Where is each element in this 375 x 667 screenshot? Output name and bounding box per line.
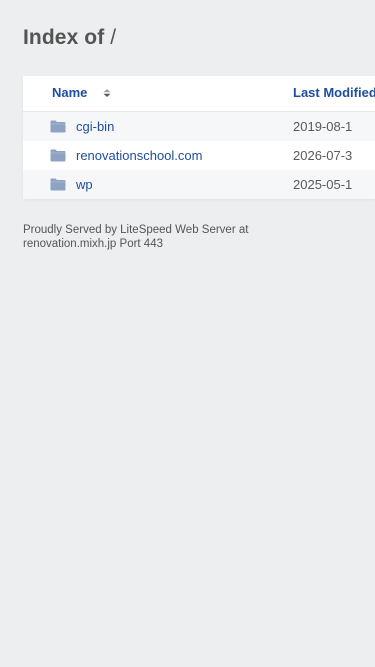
table-header-row: Name Last Modified	[23, 76, 375, 112]
file-date: 2026-07-3	[293, 148, 353, 163]
folder-icon	[50, 178, 66, 191]
last-modified-column-header[interactable]: Last Modified	[293, 85, 375, 100]
file-link[interactable]: wp	[76, 177, 93, 192]
directory-listing-table: Name Last Modified cgi-bin 2019-08-1 ren…	[23, 76, 375, 199]
folder-icon	[50, 120, 66, 133]
file-date: 2025-05-1	[293, 177, 353, 192]
server-signature: Proudly Served by LiteSpeed Web Server a…	[23, 223, 323, 251]
table-row[interactable]: renovationschool.com 2026-07-3	[23, 141, 375, 171]
page-title-prefix: Index of	[23, 26, 105, 49]
file-link[interactable]: renovationschool.com	[76, 148, 202, 163]
file-date: 2019-08-1	[293, 119, 353, 134]
page-title-path: /	[110, 26, 117, 49]
table-row[interactable]: cgi-bin 2019-08-1	[23, 112, 375, 142]
name-column-header[interactable]: Name	[52, 85, 87, 100]
server-signature-line-1: Proudly Served by LiteSpeed Web Server a…	[23, 224, 249, 236]
file-link[interactable]: cgi-bin	[76, 119, 114, 134]
server-signature-line-2: renovation.mixh.jp Port 443	[23, 238, 163, 250]
sort-icon[interactable]	[103, 88, 111, 98]
table-row[interactable]: wp 2025-05-1	[23, 170, 375, 199]
page-title: Index of /	[23, 26, 116, 50]
folder-icon	[50, 149, 66, 162]
